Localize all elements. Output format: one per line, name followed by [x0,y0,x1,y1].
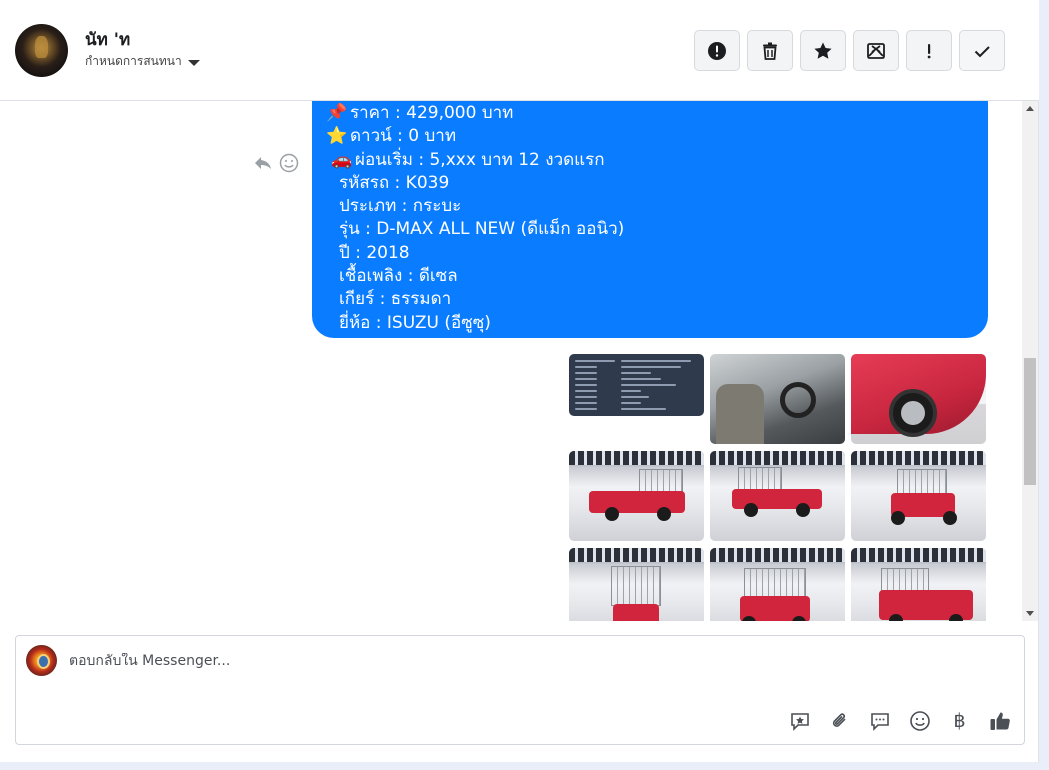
assign-conversation-dropdown[interactable]: กำหนดการสนทนา [85,52,200,71]
important-button[interactable] [906,30,952,71]
report-button[interactable] [694,30,740,71]
message-line: 📌 ราคา : 429,000 บาท [326,102,974,125]
message-tools [253,153,299,173]
pin-icon: 📌 [326,103,348,123]
gallery-image-side-view-2[interactable] [710,451,845,541]
message-line: เกียร์ : ธรรมดา [339,289,452,310]
saved-reply-button[interactable] [787,708,812,733]
star-button[interactable] [800,30,846,71]
gallery-image-rear-view[interactable] [569,548,704,621]
message-line: 🚗 ผ่อนเริ่ม : 5,xxx บาท 12 งวดแรก [326,149,974,172]
saved-reply-icon [790,712,809,731]
emoji-icon [909,710,930,731]
message-bubble[interactable]: 📌 ราคา : 429,000 บาท ⭐ ดาวน์ : 0 บาท 🚗 ผ่อน… [312,101,988,338]
message-list-scrollbar[interactable] [1022,101,1038,621]
gallery-image-front-three-quarter[interactable] [851,548,986,621]
reply-composer: ฿ [15,635,1025,745]
image-gallery [569,354,988,621]
reply-input[interactable] [69,653,769,669]
exclamation-icon [927,43,931,58]
contact-name[interactable]: นัท 'ท [85,26,130,53]
star-icon [814,42,832,59]
message-line: รหัสรถ : K039 [339,172,450,193]
message-line: ปี : 2018 [339,242,410,263]
attach-button[interactable] [827,708,852,733]
chat-bubble-icon [870,712,889,731]
message-line: ประเภท : กระบะ [339,196,462,217]
scrollbar-thumb[interactable] [1024,358,1036,485]
scroll-down-arrow-icon[interactable] [1026,611,1034,616]
gallery-image-wheel[interactable] [851,354,986,444]
payment-button[interactable]: ฿ [947,708,972,733]
star-emoji-icon: ⭐ [326,126,348,147]
header-actions [694,30,1005,71]
message-line: ⭐ ดาวน์ : 0 บาท [326,125,974,148]
envelope-x-icon [867,42,885,59]
alert-circle-icon [708,41,726,60]
message-line: เชื้อเพลิง : ดีเซล [339,266,458,287]
reply-icon[interactable] [253,153,273,173]
message-line: ยี่ห้อ : ISUZU (อีซูซุ) [339,312,491,333]
assign-conversation-label: กำหนดการสนทนา [85,54,182,68]
paperclip-icon [832,712,846,727]
scroll-up-arrow-icon[interactable] [1026,106,1034,111]
thumbs-up-icon [990,712,1010,730]
message-list[interactable]: 📌 ราคา : 429,000 บาท ⭐ ดาวน์ : 0 บาท 🚗 ผ่อน… [0,101,1022,621]
delete-button[interactable] [747,30,793,71]
gallery-image-rear-angle[interactable] [710,548,845,621]
composer-tools: ฿ [787,708,1012,733]
done-button[interactable] [959,30,1005,71]
emoji-button[interactable] [907,708,932,733]
baht-icon: ฿ [953,709,966,732]
page-avatar [26,645,57,676]
like-button[interactable] [987,708,1012,733]
mark-unread-button[interactable] [853,30,899,71]
trash-icon [763,42,777,60]
gallery-image-spec-sheet[interactable] [569,354,704,416]
gallery-image-side-view[interactable] [569,451,704,541]
avatar[interactable] [15,24,68,77]
conversation-panel: นัท 'ท กำหนดการสนทนา 📌 ราคา: 429,000 บา… [0,0,1039,762]
gallery-image-interior[interactable] [710,354,845,444]
car-icon: 🚗 [331,149,353,170]
message-line: รุ่น : D-MAX ALL NEW (ดีแม็ก ออนิว) [339,219,625,240]
check-icon [974,45,990,57]
conversation-header: นัท 'ท กำหนดการสนทนา [0,0,1039,101]
smiley-icon[interactable] [279,153,299,173]
gallery-image-rear-three-quarter[interactable] [851,451,986,541]
message-template-button[interactable] [867,708,892,733]
caret-down-icon [187,59,200,66]
